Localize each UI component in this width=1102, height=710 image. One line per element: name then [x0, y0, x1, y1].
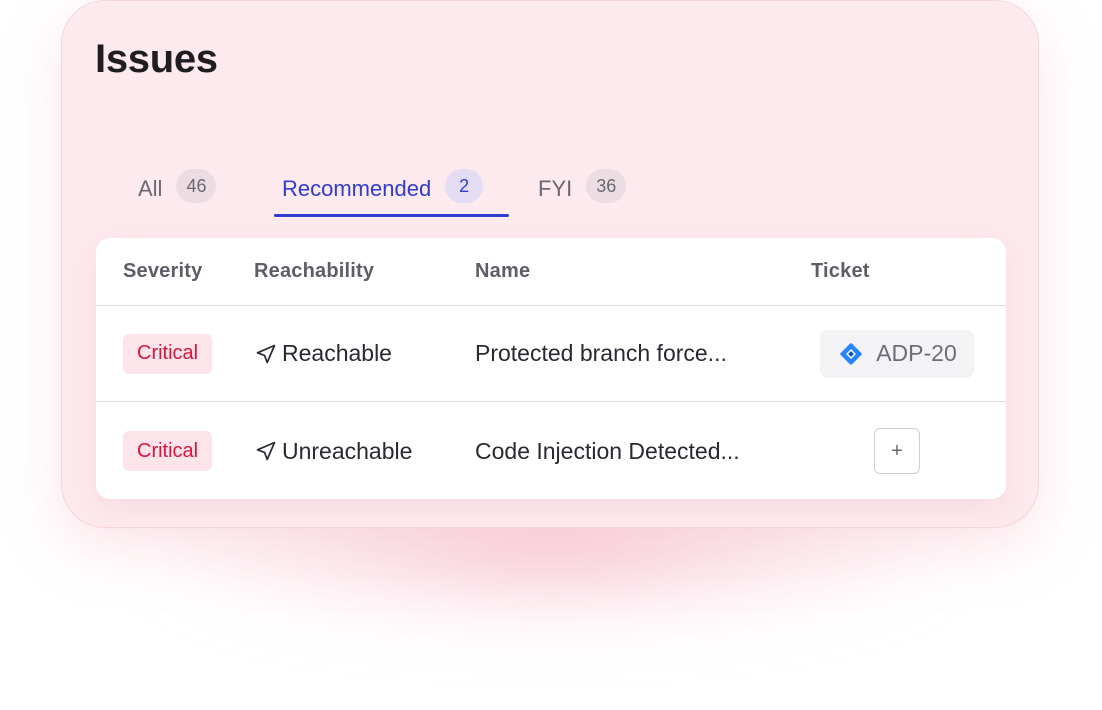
reachability-label: Reachable [282, 340, 392, 366]
reachability-cell: Reachable [254, 306, 392, 401]
tab-all-label: All [138, 176, 163, 201]
severity-badge: Critical [123, 431, 213, 471]
stage: Issues All 46 Recommended 2 FYI 36 Sever… [0, 0, 1102, 710]
severity-badge: Critical [123, 333, 213, 374]
ticket-id: ADP-20 [876, 340, 957, 366]
name-cell: Protected branch force... [475, 306, 727, 401]
table-row[interactable]: Critical Reachable Protected branch forc… [96, 306, 1006, 402]
issue-name[interactable]: Code Injection Detected... [475, 438, 740, 465]
page-title: Issues [95, 37, 218, 81]
table-row[interactable]: Critical Unreachable Code Injection Dete… [96, 403, 1006, 499]
table-header-row: Severity Reachability Name Ticket [96, 238, 1006, 306]
column-header-ticket[interactable]: Ticket [811, 238, 870, 305]
tab-recommended-count: 2 [445, 169, 484, 203]
ticket-cell: ADP-20 [816, 306, 978, 401]
reachability-value: Unreachable [254, 438, 412, 465]
reachability-label: Unreachable [282, 437, 413, 464]
issues-card: Issues All 46 Recommended 2 FYI 36 Sever… [61, 0, 1039, 528]
navigation-arrow-icon [256, 441, 276, 461]
tab-fyi-count: 36 [586, 169, 627, 203]
name-cell: Code Injection Detected... [475, 403, 740, 499]
tab-fyi-label: FYI [538, 176, 573, 201]
severity-cell: Critical [123, 306, 213, 401]
tab-all[interactable]: All 46 [138, 167, 238, 217]
issue-tabs: All 46 Recommended 2 FYI 36 [62, 167, 1038, 219]
add-ticket-button[interactable]: + [874, 428, 920, 474]
reachability-value: Reachable [254, 340, 392, 367]
issues-table: Severity Reachability Name Ticket Critic… [96, 238, 1006, 499]
issue-name[interactable]: Protected branch force... [475, 340, 727, 367]
reachability-cell: Unreachable [254, 403, 412, 499]
tab-all-count: 46 [176, 169, 217, 203]
tab-recommended[interactable]: Recommended 2 [274, 167, 509, 217]
tab-fyi[interactable]: FYI 36 [538, 167, 648, 217]
ticket-cell: + [816, 403, 978, 499]
column-header-reachability[interactable]: Reachability [254, 238, 374, 305]
jira-icon [840, 342, 862, 365]
navigation-arrow-icon [256, 344, 276, 363]
ticket-link[interactable]: ADP-20 [820, 329, 974, 378]
active-tab-indicator [274, 214, 509, 217]
column-header-severity[interactable]: Severity [123, 238, 202, 305]
severity-cell: Critical [123, 403, 213, 499]
column-header-name[interactable]: Name [475, 238, 530, 305]
tab-recommended-label: Recommended [282, 176, 432, 201]
